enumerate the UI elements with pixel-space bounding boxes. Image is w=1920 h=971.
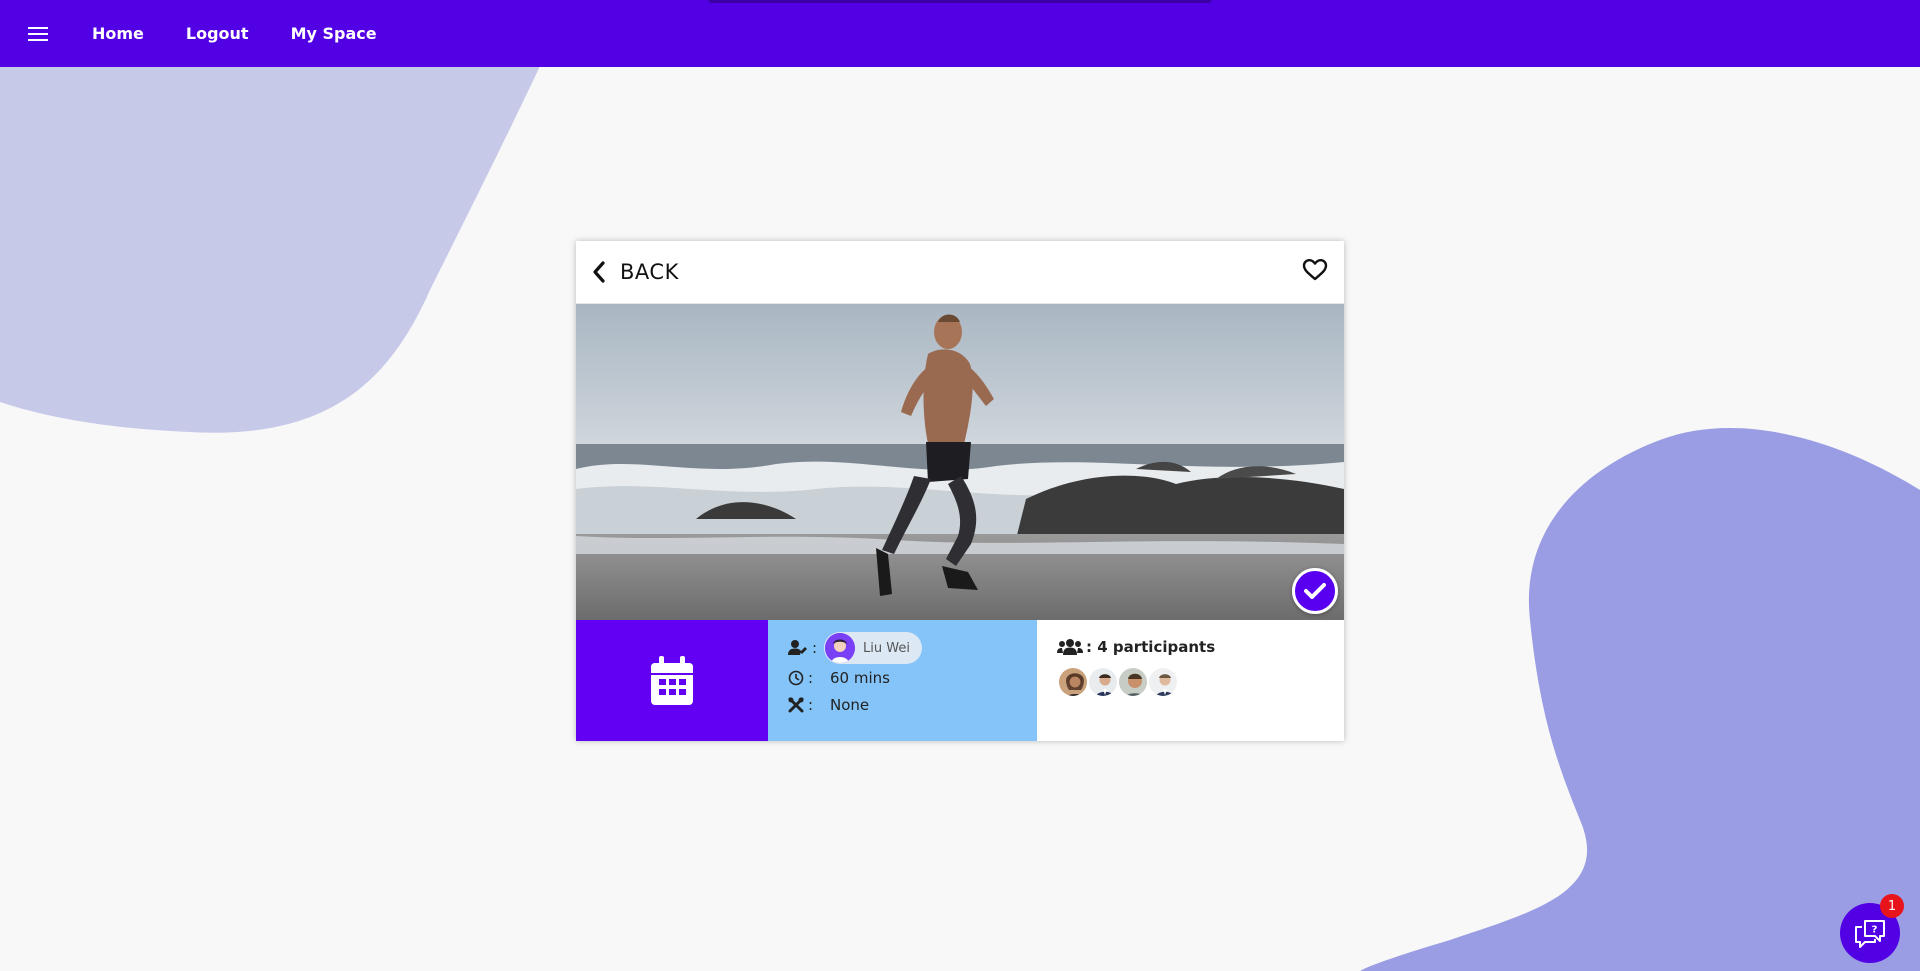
participants-line[interactable]: : 4 participants [1057, 638, 1344, 656]
notification-badge: 1 [1880, 894, 1904, 918]
activity-card: BACK: Liu Wei: 60 mins: None: 4 part… [576, 241, 1344, 741]
participant-avatars [1057, 666, 1344, 698]
participants-cell: : 4 participants [1037, 620, 1344, 741]
hamburger-icon[interactable] [26, 22, 50, 46]
calendar-icon [651, 655, 693, 705]
participants-text: : 4 participants [1086, 638, 1216, 656]
users-icon [1057, 639, 1083, 655]
participant-avatar[interactable] [1057, 666, 1089, 698]
organizer-avatar [825, 633, 855, 663]
navbar-tab-shadow [708, 0, 1212, 3]
nav-myspace-link[interactable]: My Space [291, 24, 377, 43]
top-navbar: Home Logout My Space [0, 0, 1920, 67]
nav-logout-link[interactable]: Logout [186, 24, 249, 43]
card-header: BACK [576, 241, 1344, 304]
completed-check-button[interactable] [1292, 568, 1338, 614]
back-label: BACK [620, 260, 679, 284]
tools-icon [788, 697, 804, 712]
organizer-name: Liu Wei [863, 640, 910, 656]
user-edit-icon [788, 640, 807, 655]
participant-avatar[interactable] [1087, 666, 1119, 698]
duration-line: : 60 mins [788, 664, 1037, 691]
chat-help-icon: ? [1855, 920, 1885, 948]
runner-beach-image [576, 304, 1344, 620]
svg-text:?: ? [1872, 925, 1878, 936]
heart-outline-icon[interactable] [1302, 258, 1328, 286]
participant-avatar[interactable] [1117, 666, 1149, 698]
back-button[interactable]: BACK [592, 260, 679, 284]
nav-home-link[interactable]: Home [92, 24, 144, 43]
equipment-line: : None [788, 691, 1037, 718]
date-cell[interactable] [576, 620, 768, 741]
participant-avatar[interactable] [1147, 666, 1179, 698]
organizer-line: : Liu Wei [788, 632, 1037, 664]
equipment-value: None [830, 695, 870, 714]
background-blob-right [1360, 428, 1920, 971]
activity-info-row: : Liu Wei : 60 mins : None: 4 participa… [576, 620, 1344, 741]
activity-photo [576, 304, 1344, 620]
organizer-chip[interactable]: Liu Wei [824, 632, 922, 664]
chevron-left-icon [593, 261, 605, 283]
duration-value: 60 mins [830, 668, 890, 687]
clock-icon [788, 670, 804, 685]
check-icon [1304, 583, 1326, 599]
activity-details: : Liu Wei : 60 mins : None [768, 620, 1037, 741]
